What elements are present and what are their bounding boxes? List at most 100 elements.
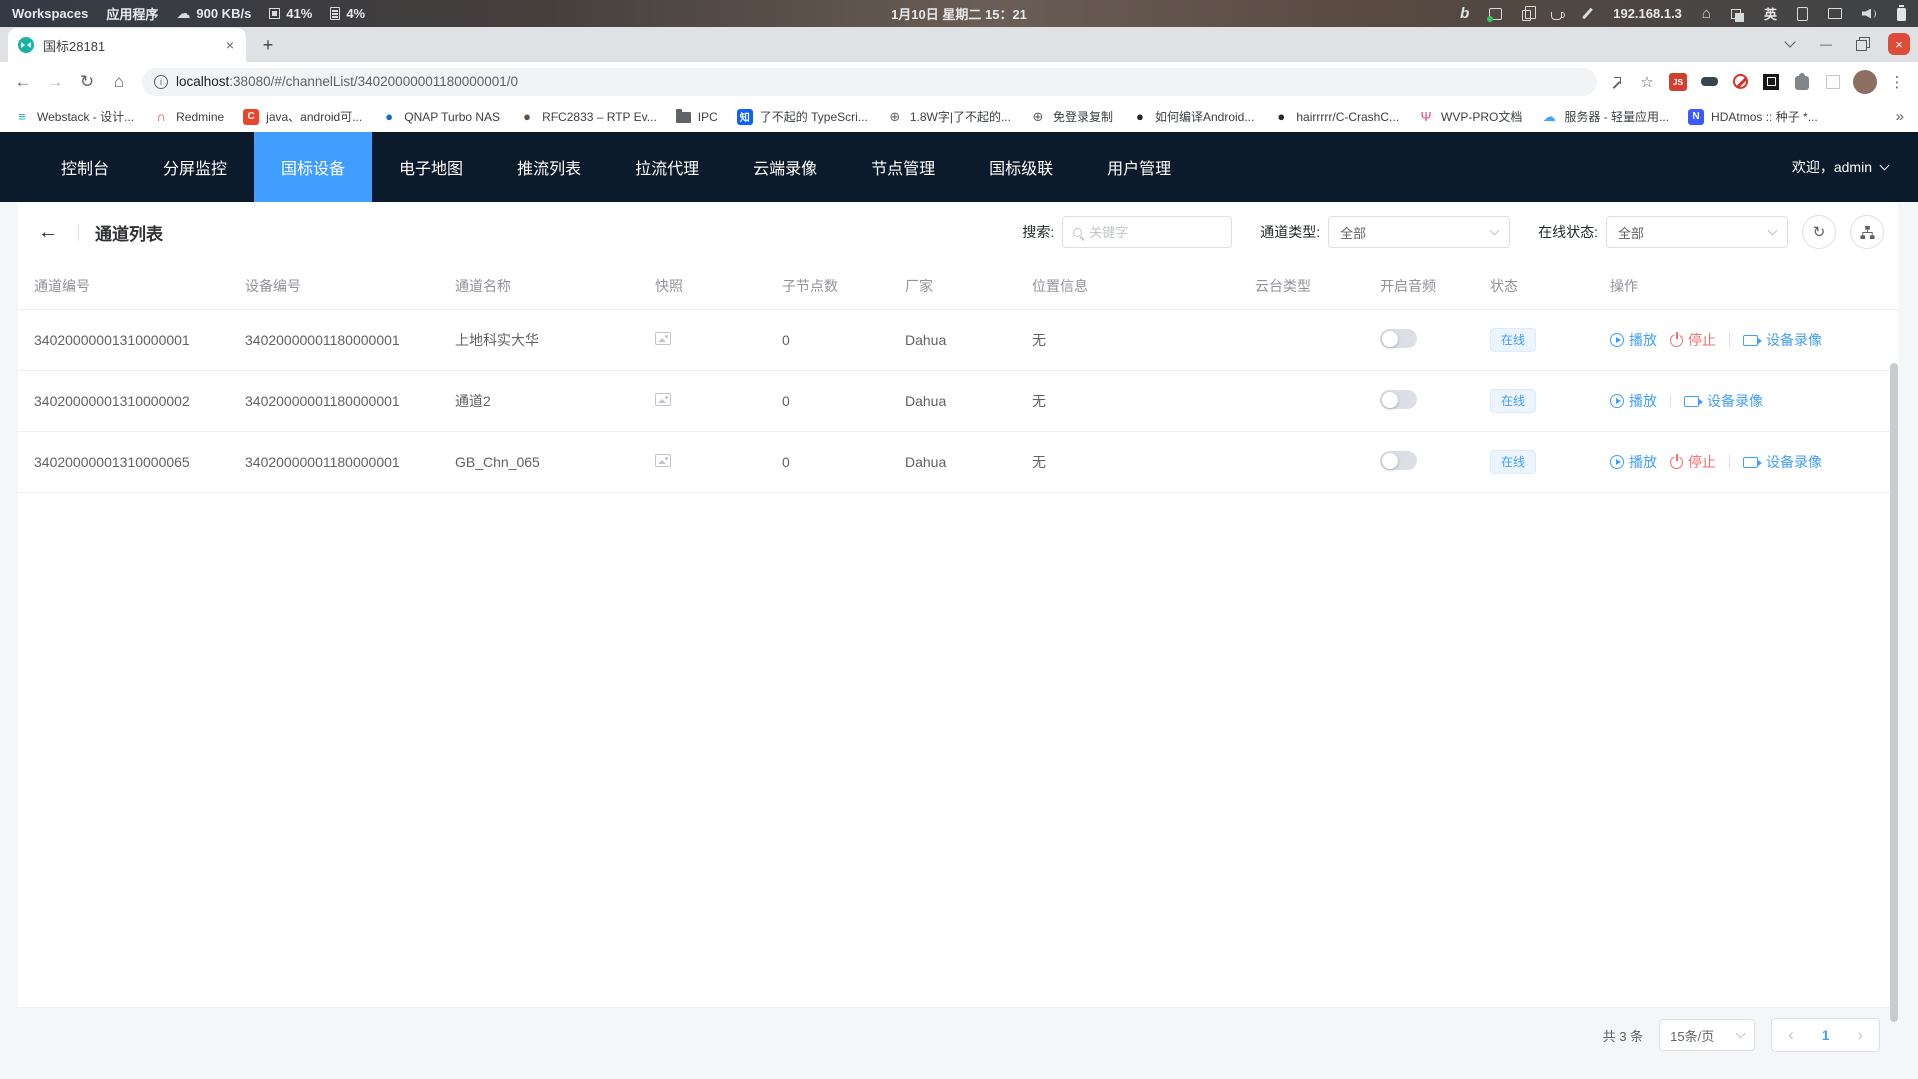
play-action[interactable]: 播放 bbox=[1610, 330, 1657, 350]
bookmark-item-5[interactable]: ●RFC2833 – RTP Ev... bbox=[519, 109, 657, 125]
bookmark-item-6[interactable]: IPC bbox=[676, 110, 718, 124]
home-tray-icon[interactable] bbox=[1702, 5, 1711, 22]
bookmark-item-14[interactable]: NHDAtmos :: 种子 *... bbox=[1688, 108, 1818, 125]
bookmarks-overflow-icon[interactable]: » bbox=[1890, 108, 1904, 125]
prev-page-button[interactable]: ‹ bbox=[1788, 1025, 1794, 1045]
nav-item-1[interactable]: 控制台 bbox=[34, 132, 136, 202]
bookmark-item-11[interactable]: ●hairrrrr/C-CrashC... bbox=[1273, 109, 1399, 125]
network-speed-indicator[interactable]: 900 KB/s bbox=[176, 5, 251, 22]
bookmark-item-8[interactable]: ⊕1.8W字|了不起的... bbox=[887, 108, 1011, 125]
page-number[interactable]: 1 bbox=[1822, 1028, 1830, 1043]
audio-toggle[interactable] bbox=[1380, 329, 1417, 348]
refresh-button[interactable]: ↻ bbox=[1802, 215, 1836, 249]
online-status-select[interactable]: 全部 bbox=[1606, 216, 1788, 248]
browser-tab[interactable]: 国标28181 × bbox=[8, 28, 246, 62]
address-bar[interactable]: localhost:38080/#/channelList/3402000000… bbox=[142, 68, 1597, 96]
restore-button[interactable] bbox=[1852, 34, 1872, 54]
nav-item-9[interactable]: 国标级联 bbox=[962, 132, 1080, 202]
ip-address-indicator[interactable]: 192.168.1.3 bbox=[1613, 6, 1682, 21]
nav-item-10[interactable]: 用户管理 bbox=[1080, 132, 1198, 202]
tab-search-chevron-icon[interactable] bbox=[1780, 34, 1800, 54]
memory-indicator[interactable]: 4% bbox=[330, 6, 365, 21]
search-input[interactable] bbox=[1089, 225, 1221, 240]
column-header-11: 操作 bbox=[1594, 276, 1898, 296]
page-back-button[interactable]: ← bbox=[34, 221, 62, 244]
share-icon[interactable] bbox=[1605, 71, 1627, 93]
next-page-button[interactable]: › bbox=[1857, 1025, 1863, 1045]
bookmark-item-10[interactable]: ●如何编译Android... bbox=[1132, 108, 1254, 125]
app-indicator-icon[interactable] bbox=[1489, 8, 1502, 20]
play-action[interactable]: 播放 bbox=[1610, 452, 1657, 472]
stop-action[interactable]: 停止 bbox=[1670, 330, 1716, 350]
nav-item-4[interactable]: 电子地图 bbox=[372, 132, 490, 202]
chevron-down-icon bbox=[1880, 160, 1890, 170]
nav-item-3[interactable]: 国标设备 bbox=[254, 132, 372, 202]
minimize-button[interactable] bbox=[1816, 34, 1836, 54]
extensions-puzzle-icon[interactable] bbox=[1791, 71, 1813, 93]
audio-toggle[interactable] bbox=[1380, 451, 1417, 470]
profile-avatar[interactable] bbox=[1853, 70, 1877, 94]
window-close-button[interactable]: × bbox=[1888, 33, 1910, 55]
user-menu[interactable]: 欢迎，admin bbox=[1792, 132, 1918, 202]
column-header-8: 云台类型 bbox=[1239, 276, 1364, 296]
extension-js-icon[interactable]: JS bbox=[1667, 71, 1689, 93]
site-info-icon[interactable] bbox=[154, 75, 168, 89]
n-badge-icon: N bbox=[1688, 109, 1704, 125]
bing-tray-icon[interactable] bbox=[1460, 5, 1469, 22]
cpu-indicator[interactable]: 41% bbox=[269, 6, 312, 21]
window-switcher-icon[interactable] bbox=[1731, 9, 1741, 19]
snapshot-icon[interactable] bbox=[655, 454, 671, 467]
device-record-action[interactable]: 设备录像 bbox=[1743, 330, 1822, 350]
workspaces-button[interactable]: Workspaces bbox=[12, 6, 88, 21]
nav-item-7[interactable]: 云端录像 bbox=[726, 132, 844, 202]
page-size-select[interactable]: 15条/页 bbox=[1659, 1019, 1755, 1051]
phone-tray-icon[interactable] bbox=[1797, 7, 1808, 21]
bookmark-item-12[interactable]: ΨWVP-PRO文档 bbox=[1418, 108, 1522, 125]
snapshot-icon[interactable] bbox=[655, 332, 671, 345]
scrollbar-thumb[interactable] bbox=[1890, 363, 1898, 1022]
bookmark-item-1[interactable]: ≡Webstack - 设计... bbox=[14, 108, 134, 125]
new-tab-button[interactable]: + bbox=[254, 31, 282, 59]
browser-forward-button[interactable]: → bbox=[40, 67, 70, 97]
search-input-box[interactable] bbox=[1062, 216, 1232, 248]
nav-item-2[interactable]: 分屏监控 bbox=[136, 132, 254, 202]
bookmark-item-7[interactable]: 知了不起的 TypeScri... bbox=[737, 108, 868, 125]
applications-menu[interactable]: 应用程序 bbox=[106, 4, 158, 23]
volume-icon[interactable] bbox=[1862, 8, 1877, 20]
bookmark-item-2[interactable]: ∩Redmine bbox=[153, 109, 224, 125]
tab-close-icon[interactable]: × bbox=[224, 37, 236, 53]
display-tray-icon[interactable] bbox=[1828, 8, 1842, 19]
bookmark-item-3[interactable]: Cjava、android可... bbox=[243, 108, 362, 125]
play-action[interactable]: 播放 bbox=[1610, 391, 1657, 411]
caffeine-tray-icon[interactable] bbox=[1551, 12, 1562, 20]
extension-adguard-icon[interactable] bbox=[1698, 71, 1720, 93]
bookmark-item-13[interactable]: ☁服务器 - 轻量应用... bbox=[1541, 108, 1669, 125]
browser-back-button[interactable]: ← bbox=[8, 67, 38, 97]
color-picker-tray-icon[interactable] bbox=[1582, 8, 1593, 20]
clipboard-tray-icon[interactable] bbox=[1522, 10, 1531, 21]
input-method-indicator[interactable]: 英 bbox=[1764, 4, 1777, 23]
table-row: 3402000000131000006534020000001180000001… bbox=[18, 432, 1898, 493]
audio-toggle[interactable] bbox=[1380, 390, 1417, 409]
extension-screenshot-icon[interactable] bbox=[1760, 71, 1782, 93]
tree-view-button[interactable] bbox=[1850, 215, 1884, 249]
device-record-action[interactable]: 设备录像 bbox=[1743, 452, 1822, 472]
nav-item-8[interactable]: 节点管理 bbox=[844, 132, 962, 202]
nav-item-5[interactable]: 推流列表 bbox=[490, 132, 608, 202]
channel-type-select[interactable]: 全部 bbox=[1328, 216, 1510, 248]
device-record-action[interactable]: 设备录像 bbox=[1684, 391, 1763, 411]
bookmark-star-icon[interactable]: ☆ bbox=[1636, 71, 1658, 93]
browser-reload-button[interactable]: ↻ bbox=[72, 67, 102, 97]
snapshot-icon[interactable] bbox=[655, 393, 671, 406]
penguin-icon: ● bbox=[1132, 109, 1148, 125]
browser-tab-bar: 国标28181 × + × bbox=[0, 27, 1918, 62]
extension-notes-icon[interactable] bbox=[1822, 71, 1844, 93]
battery-icon[interactable] bbox=[1897, 8, 1906, 21]
browser-home-button[interactable]: ⌂ bbox=[104, 67, 134, 97]
browser-menu-icon[interactable]: ⋮ bbox=[1886, 71, 1908, 93]
bookmark-item-4[interactable]: ●QNAP Turbo NAS bbox=[381, 109, 500, 125]
nav-item-6[interactable]: 拉流代理 bbox=[608, 132, 726, 202]
bookmark-item-9[interactable]: ⊕免登录复制 bbox=[1030, 108, 1113, 125]
extension-blocker-icon[interactable] bbox=[1729, 71, 1751, 93]
stop-action[interactable]: 停止 bbox=[1670, 452, 1716, 472]
